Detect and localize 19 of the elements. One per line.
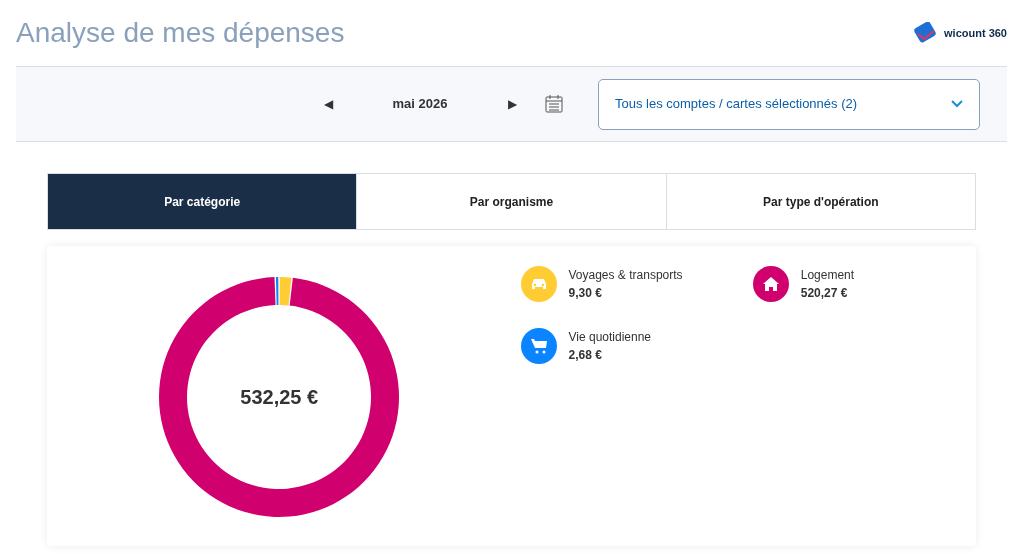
category-amount: 2,68 € xyxy=(568,347,603,364)
chevron-down-icon xyxy=(951,100,963,108)
category-name: Vie quotidienne xyxy=(568,329,652,346)
car-icon xyxy=(529,277,548,291)
calendar-icon[interactable] xyxy=(544,94,564,114)
category-amount: 520,27 € xyxy=(800,285,849,302)
category-name: Voyages & transports xyxy=(568,267,683,284)
total-amount: 532,25 € xyxy=(240,385,319,410)
accounts-dropdown[interactable]: Tous les comptes / cartes sélectionnés (2) xyxy=(598,78,980,130)
category-amount: 9,30 € xyxy=(568,285,603,302)
page-title: Analyse de mes dépenses xyxy=(16,16,345,50)
category-name: Logement xyxy=(800,267,855,284)
logo-text: wicount 360 xyxy=(944,25,1007,41)
next-month-button[interactable]: ▶ xyxy=(500,95,524,113)
tab[interactable]: Par catégorie xyxy=(48,174,357,229)
cart-icon xyxy=(529,337,548,355)
house-icon xyxy=(761,276,780,292)
month-label: mai 2026 xyxy=(391,95,449,114)
previous-month-button[interactable]: ◀ xyxy=(316,95,340,113)
